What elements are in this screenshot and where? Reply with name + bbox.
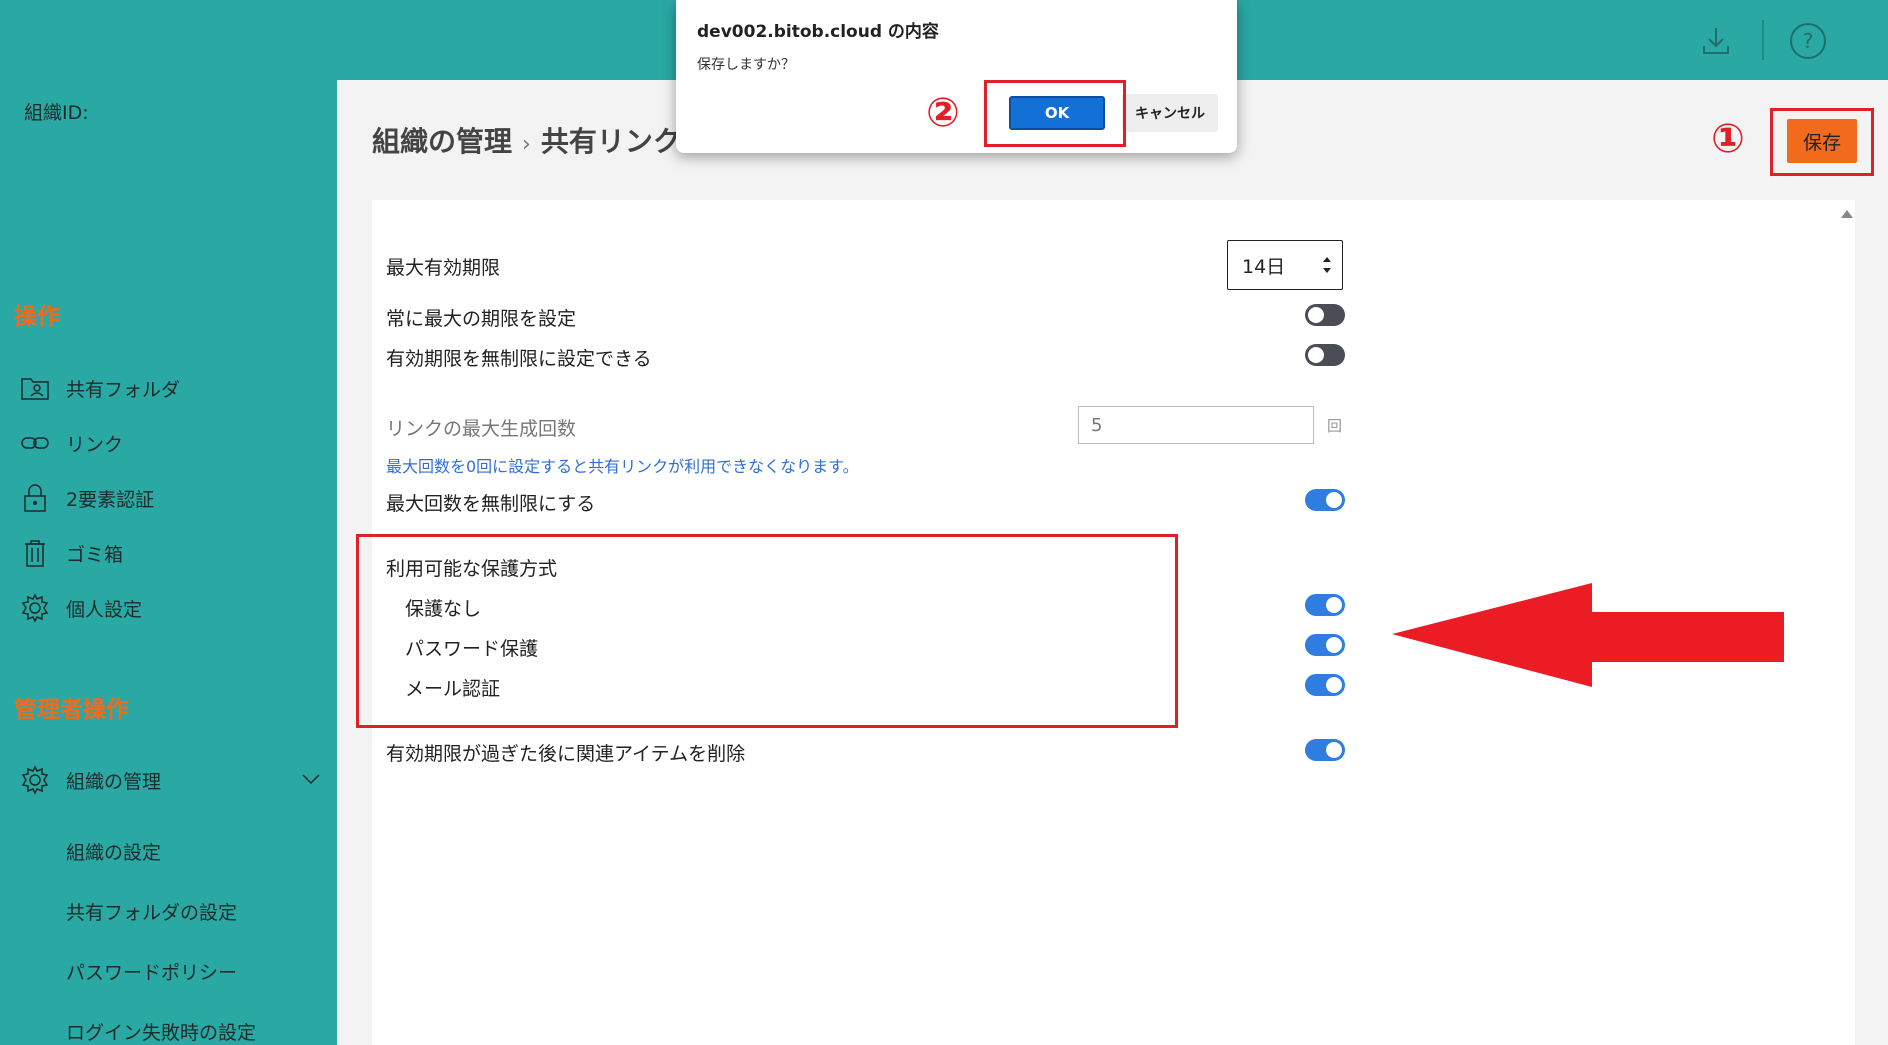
sidebar-item-trash[interactable]: ゴミ箱 <box>18 533 123 573</box>
sidebar-item-label: 共有フォルダ <box>66 378 181 401</box>
protection-password-toggle[interactable] <box>1305 634 1345 656</box>
toggle-knob <box>1326 742 1342 758</box>
sidebar-item-label: ゴミ箱 <box>66 543 124 566</box>
sidebar-item-label: 組織の管理 <box>66 770 162 793</box>
unlimited-expiry-toggle[interactable] <box>1305 344 1345 366</box>
download-icon[interactable] <box>1695 20 1737 62</box>
step-1-marker: ① <box>1711 116 1745 162</box>
sidebar-item-link[interactable]: リンク <box>18 423 123 463</box>
always-max-label: 常に最大の期限を設定 <box>386 308 577 330</box>
breadcrumb: 組織の管理 › 共有リンク <box>372 120 681 160</box>
gear-icon <box>18 591 52 625</box>
breadcrumb-separator: › <box>522 132 531 157</box>
max-expiry-label: 最大有効期限 <box>386 257 501 279</box>
sidebar-item-org-management[interactable]: 組織の管理 <box>18 760 161 800</box>
section-operations: 操作 <box>14 304 60 330</box>
unlimited-count-toggle[interactable] <box>1305 489 1345 511</box>
sidebar-subitem-login-failure-settings[interactable]: ログイン失敗時の設定 <box>66 1018 256 1045</box>
red-arrow-icon <box>1392 583 1784 687</box>
toggle-knob <box>1326 677 1342 693</box>
save-highlight-box <box>1770 108 1874 176</box>
top-divider <box>1762 20 1764 60</box>
max-expiry-select[interactable]: 14日 <box>1227 240 1343 290</box>
link-icon <box>18 426 52 460</box>
sidebar-item-2fa[interactable]: 2要素認証 <box>18 478 154 518</box>
delete-after-label: 有効期限が過ぎた後に関連アイテムを削除 <box>386 743 746 765</box>
toggle-knob <box>1326 597 1342 613</box>
section-admin-operations: 管理者操作 <box>14 697 129 723</box>
protection-email-toggle[interactable] <box>1305 674 1345 696</box>
always-max-toggle[interactable] <box>1305 304 1345 326</box>
svg-text:?: ? <box>1803 29 1814 53</box>
sidebar-subitem-password-policy[interactable]: パスワードポリシー <box>66 958 237 985</box>
max-expiry-value: 14日 <box>1242 255 1286 278</box>
spinner-icon <box>1322 253 1332 277</box>
ok-highlight-box <box>984 80 1126 147</box>
unlimited-expiry-label: 有効期限を無制限に設定できる <box>386 348 652 370</box>
dialog-message: 保存しますか？ <box>697 57 795 73</box>
delete-after-toggle[interactable] <box>1305 739 1345 761</box>
org-id-label: 組織ID: <box>24 102 89 124</box>
breadcrumb-parent[interactable]: 組織の管理 <box>372 125 512 158</box>
gear-icon <box>18 763 52 797</box>
help-icon[interactable]: ? <box>1787 20 1829 62</box>
shared-folder-icon <box>18 371 52 405</box>
sidebar-item-label: 個人設定 <box>66 598 143 621</box>
sidebar-item-label: リンク <box>66 433 124 456</box>
sidebar-item-personal-settings[interactable]: 個人設定 <box>18 588 142 628</box>
toggle-knob <box>1326 492 1342 508</box>
dialog-title: dev002.bitob.cloud の内容 <box>697 22 939 42</box>
toggle-knob <box>1308 347 1324 363</box>
trash-icon <box>18 536 52 570</box>
scroll-up-icon[interactable] <box>1841 210 1853 218</box>
max-links-label: リンクの最大生成回数 <box>386 418 577 440</box>
sidebar-item-label: 2要素認証 <box>66 488 155 511</box>
sidebar-item-shared-folder[interactable]: 共有フォルダ <box>18 368 180 408</box>
breadcrumb-current: 共有リンク <box>540 125 681 158</box>
step-2-marker: ② <box>926 90 960 136</box>
cancel-button[interactable]: キャンセル <box>1122 94 1218 132</box>
toggle-knob <box>1326 637 1342 653</box>
protection-none-toggle[interactable] <box>1305 594 1345 616</box>
chevron-down-icon[interactable] <box>300 768 322 790</box>
sidebar-subitem-org-settings[interactable]: 組織の設定 <box>66 838 161 865</box>
max-links-unit: 回 <box>1327 417 1343 435</box>
max-links-value: 5 <box>1091 414 1103 436</box>
sidebar-subitem-shared-folder-settings[interactable]: 共有フォルダの設定 <box>66 898 237 925</box>
protection-highlight-box <box>356 534 1178 728</box>
max-links-hint: 最大回数を0回に設定すると共有リンクが利用できなくなります。 <box>386 457 859 476</box>
unlimited-count-label: 最大回数を無制限にする <box>386 493 596 515</box>
lock-icon <box>18 481 52 515</box>
max-links-input[interactable]: 5 <box>1078 406 1314 444</box>
toggle-knob <box>1308 307 1324 323</box>
